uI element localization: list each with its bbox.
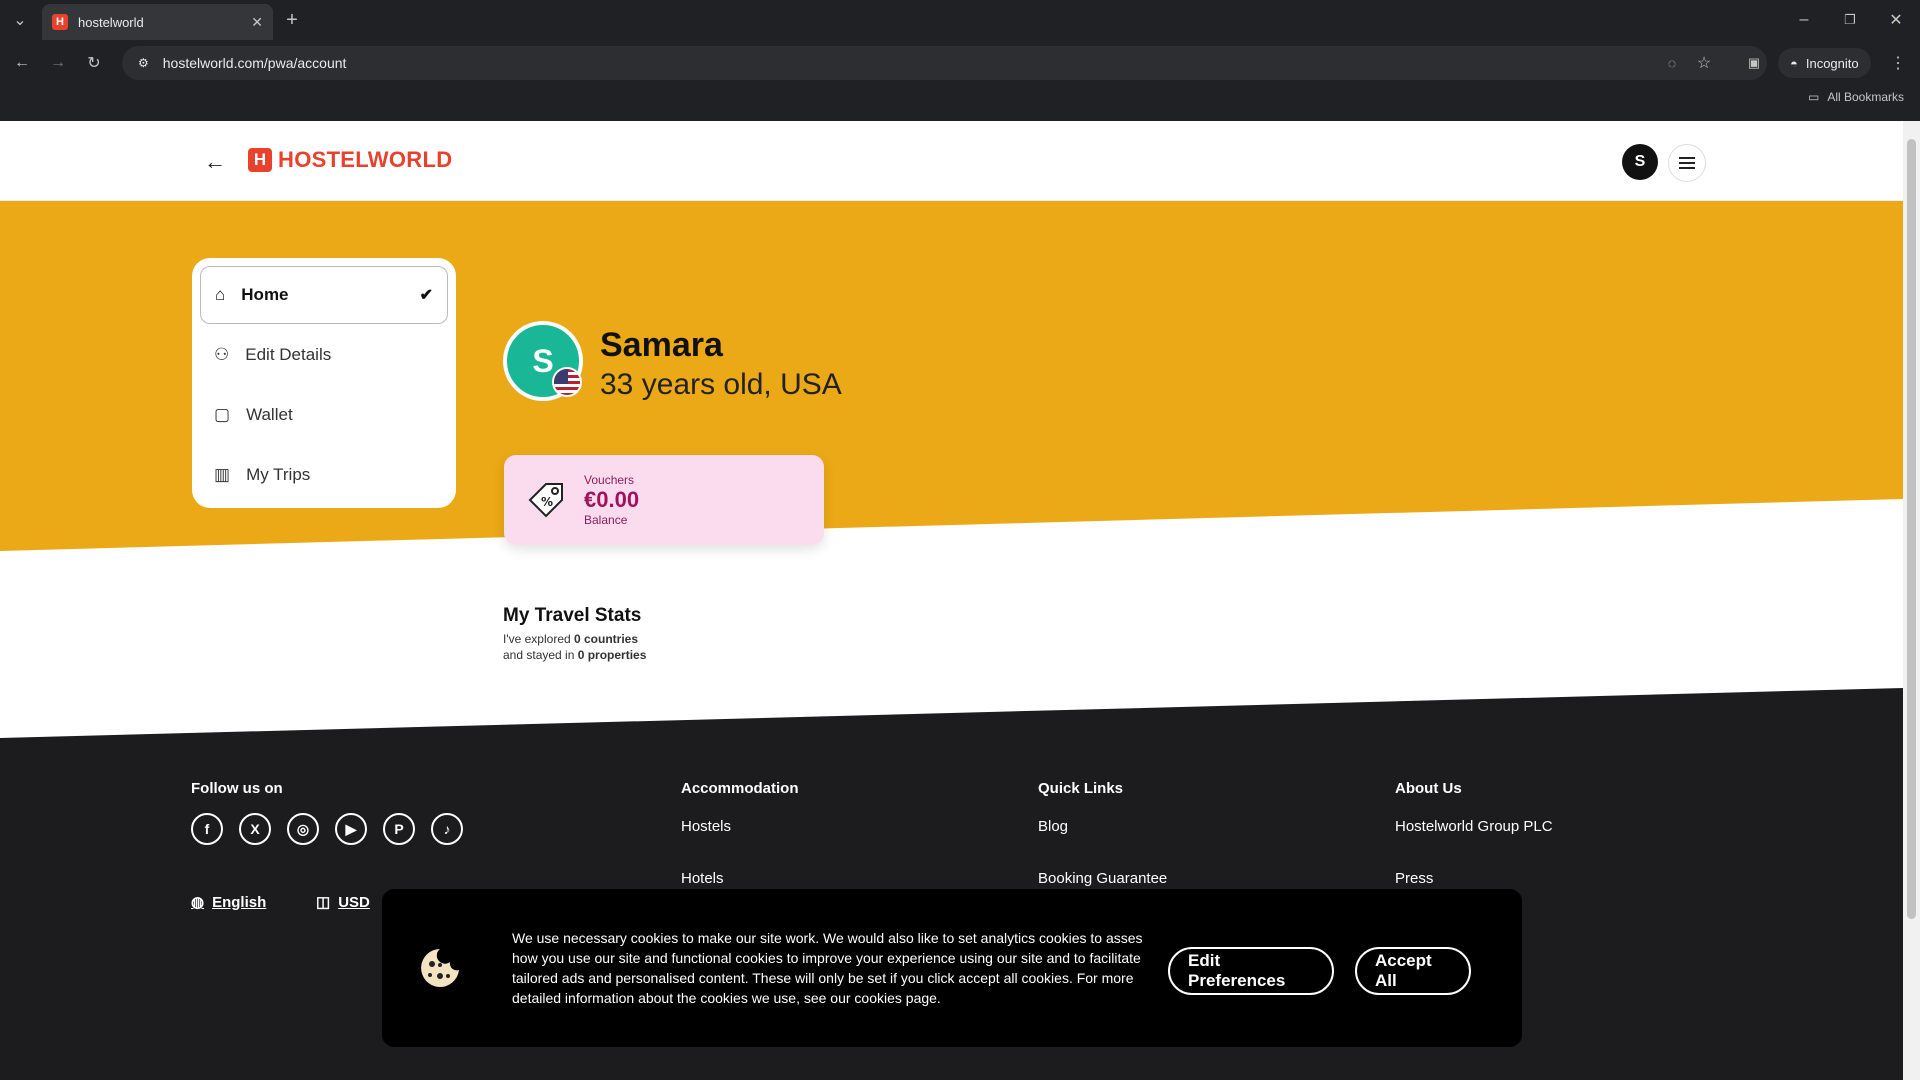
sidebar-item-label: Home — [241, 285, 289, 304]
pinterest-icon[interactable]: P — [383, 813, 415, 845]
about-us-title: About Us — [1395, 780, 1462, 797]
site-header: ← H HOSTELWORLD S — [0, 121, 1903, 201]
account-sidebar: ⌂ Home ✔ ⚇ Edit Details ▢ Wallet ▥ My Tr… — [192, 258, 456, 508]
accept-all-button[interactable]: Accept All — [1355, 947, 1471, 995]
checkmark-icon: ✔ — [419, 287, 433, 304]
home-icon: ⌂ — [215, 285, 226, 304]
page-viewport: ← H HOSTELWORLD S ⌂ Home ✔ ⚇ Edit Detail… — [0, 121, 1903, 1080]
sidebar-item-label: Wallet — [246, 405, 293, 424]
profile-meta: 33 years old, USA — [600, 368, 842, 401]
cookie-icon — [418, 946, 478, 990]
social-links: f X ◎ ▶ P ♪ — [191, 813, 463, 845]
facebook-icon[interactable]: f — [191, 813, 223, 845]
instagram-icon[interactable]: ◎ — [287, 813, 319, 845]
tab-search-icon[interactable]: ⌄ — [6, 6, 34, 34]
forward-nav-icon[interactable]: → — [44, 49, 72, 77]
side-panel-icon[interactable]: ▣ — [1740, 49, 1768, 77]
browser-chrome: ⌄ H hostelworld ✕ + – ❐ ✕ ← → ↻ ⚙ hostel… — [0, 0, 1920, 121]
back-nav-icon[interactable]: ← — [8, 49, 36, 77]
cookie-banner: We use necessary cookies to make our sit… — [382, 889, 1522, 1047]
travel-stats-properties: and stayed in 0 properties — [503, 648, 647, 662]
bookmark-star-icon[interactable]: ☆ — [1690, 49, 1718, 77]
restore-icon[interactable]: ❐ — [1836, 6, 1864, 34]
all-bookmarks[interactable]: ▭ All Bookmarks — [1808, 90, 1904, 104]
svg-text:%: % — [541, 495, 553, 509]
follow-us-title: Follow us on — [191, 780, 283, 797]
quick-links-title: Quick Links — [1038, 780, 1124, 797]
language-label: English — [212, 893, 267, 911]
logo-mark: H — [248, 148, 272, 172]
favicon-icon: H — [52, 14, 68, 30]
close-tab-icon[interactable]: ✕ — [251, 14, 263, 31]
sidebar-item-edit-details[interactable]: ⚇ Edit Details — [200, 326, 448, 384]
language-selector[interactable]: ◍ English — [191, 893, 267, 912]
browser-tab[interactable]: H hostelworld ✕ — [42, 4, 273, 40]
globe-icon: ◍ — [191, 894, 205, 911]
sidebar-item-wallet[interactable]: ▢ Wallet — [200, 386, 448, 444]
youtube-icon[interactable]: ▶ — [335, 813, 367, 845]
user-avatar[interactable]: S — [1622, 144, 1658, 180]
discount-tag-icon: % — [524, 478, 568, 522]
hamburger-menu-icon[interactable] — [1668, 144, 1706, 182]
new-tab-icon[interactable]: + — [278, 6, 306, 34]
travel-stats-title: My Travel Stats — [503, 605, 642, 626]
cookie-text: We use necessary cookies to make our sit… — [512, 930, 1143, 1006]
incognito-badge[interactable]: ◓ Incognito — [1778, 48, 1871, 78]
footer-link-hotels[interactable]: Hotels — [681, 870, 724, 887]
accommodation-title: Accommodation — [681, 780, 799, 797]
logo-wordmark: HOSTELWORLD — [278, 147, 453, 172]
voucher-sublabel: Balance — [584, 513, 628, 527]
sidebar-item-my-trips[interactable]: ▥ My Trips — [200, 446, 448, 504]
sidebar-item-home[interactable]: ⌂ Home ✔ — [200, 266, 448, 324]
back-arrow-icon[interactable]: ← — [202, 149, 228, 175]
footer-link-booking-guarantee[interactable]: Booking Guarantee — [1038, 870, 1167, 887]
map-icon: ▥ — [214, 465, 231, 484]
x-icon[interactable]: X — [239, 813, 271, 845]
site-info-icon[interactable]: ⚙ — [138, 56, 149, 70]
edit-preferences-button[interactable]: Edit Preferences — [1168, 947, 1334, 995]
sidebar-item-label: Edit Details — [245, 345, 332, 364]
hostelworld-logo[interactable]: H HOSTELWORLD — [248, 147, 452, 173]
voucher-card[interactable]: % Vouchers €0.00 Balance — [504, 455, 824, 545]
url-text: hostelworld.com/pwa/account — [162, 55, 347, 71]
scrollbar-thumb[interactable] — [1907, 139, 1916, 919]
tab-title: hostelworld — [78, 14, 144, 30]
window-close-icon[interactable]: ✕ — [1882, 6, 1910, 34]
folder-icon: ▭ — [1807, 90, 1820, 104]
usa-flag-icon — [552, 367, 582, 397]
tiktok-icon[interactable]: ♪ — [431, 813, 463, 845]
incognito-icon: ◓ — [1790, 55, 1798, 71]
eye-off-icon[interactable]: ◌ — [1658, 49, 1686, 77]
profile-name: Samara — [600, 326, 723, 364]
voucher-amount: €0.00 — [584, 487, 640, 512]
browser-menu-icon[interactable]: ⋮ — [1884, 49, 1912, 77]
currency-selector[interactable]: ◫ USD — [316, 893, 370, 912]
all-bookmarks-label: All Bookmarks — [1827, 90, 1904, 104]
footer-link-hostelworld-group[interactable]: Hostelworld Group PLC — [1395, 818, 1553, 835]
minimize-icon[interactable]: – — [1790, 6, 1818, 34]
reload-icon[interactable]: ↻ — [80, 49, 108, 77]
currency-icon: ◫ — [316, 894, 331, 911]
travel-stats: My Travel Stats I've explored 0 countrie… — [503, 605, 646, 663]
footer-link-press[interactable]: Press — [1395, 870, 1433, 887]
user-icon: ⚇ — [214, 345, 230, 364]
footer-link-hostels[interactable]: Hostels — [681, 818, 731, 835]
wallet-icon: ▢ — [214, 405, 231, 424]
footer-link-blog[interactable]: Blog — [1038, 818, 1068, 835]
travel-stats-countries: I've explored 0 countries — [503, 632, 639, 646]
currency-label: USD — [338, 893, 370, 911]
sidebar-item-label: My Trips — [246, 465, 311, 484]
incognito-label: Incognito — [1805, 55, 1859, 71]
address-bar[interactable]: ⚙ hostelworld.com/pwa/account — [122, 46, 1767, 80]
voucher-label: Vouchers — [584, 473, 635, 487]
page-scrollbar[interactable] — [1903, 121, 1920, 1080]
